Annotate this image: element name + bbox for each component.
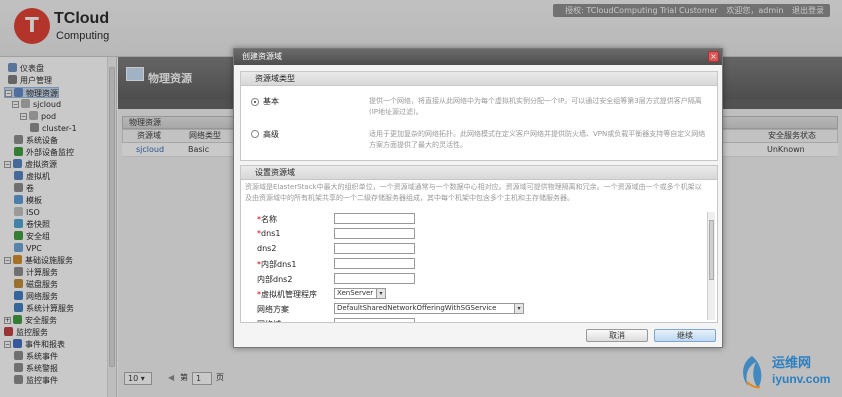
text-field[interactable] [334, 258, 415, 269]
field-label: *dns1 [257, 229, 280, 238]
basic-radio[interactable] [251, 98, 259, 106]
watermark-swirl-icon [743, 356, 762, 389]
field-label-text: 内部dns2 [257, 275, 293, 284]
zone-setup-title: 设置资源域 [241, 166, 717, 180]
select-field[interactable]: XenServer ▾ [334, 288, 386, 299]
select-value: DefaultSharedNetworkOfferingWithSGServic… [337, 304, 497, 312]
text-field[interactable] [334, 273, 415, 284]
form-scrollbar[interactable] [707, 212, 715, 320]
chevron-down-icon[interactable]: ▾ [514, 304, 523, 313]
watermark-url: iyunv.com [772, 372, 831, 386]
text-field[interactable] [334, 318, 415, 322]
field-label-text: 网络域 [257, 320, 281, 322]
field-label-text: 名称 [261, 215, 277, 224]
field-label: 内部dns2 [257, 274, 292, 285]
create-zone-dialog: 创建资源域 × 资源域类型 基本 提供一个网络，将直接从此网络中为每个虚拟机实例… [233, 48, 723, 348]
watermark-text: 运维网 [772, 355, 812, 370]
field-label: dns2 [257, 244, 276, 253]
advanced-radio[interactable] [251, 130, 259, 138]
field-label: 网络域 [257, 319, 281, 322]
zone-type-section: 资源域类型 基本 提供一个网络，将直接从此网络中为每个虚拟机实例分配一个IP。可… [240, 71, 718, 161]
field-label: *虚拟机管理程序 [257, 289, 317, 300]
field-label-text: dns2 [257, 244, 277, 253]
field-label-text: 虚拟机管理程序 [261, 290, 317, 299]
field-label: *内部dns1 [257, 259, 296, 270]
next-button[interactable]: 继续 [654, 329, 716, 342]
text-field[interactable] [334, 213, 415, 224]
text-field[interactable] [334, 243, 415, 254]
field-label: *名称 [257, 214, 277, 225]
basic-label: 基本 [263, 97, 279, 106]
advanced-label: 高级 [263, 130, 279, 139]
dialog-title: 创建资源域 [242, 52, 282, 61]
chevron-down-icon[interactable]: ▾ [376, 289, 385, 298]
zone-setup-section: 设置资源域 资源域是ElasterStack中最大的组织单位，一个资源域通常与一… [240, 165, 718, 323]
watermark-logo: 运维网 iyunv.com [736, 352, 840, 396]
text-field[interactable] [334, 228, 415, 239]
dialog-titlebar: 创建资源域 × [234, 49, 722, 65]
field-label-text: 内部dns1 [261, 260, 297, 269]
cancel-button[interactable]: 取消 [586, 329, 648, 342]
select-value: XenServer [337, 289, 374, 297]
select-field[interactable]: DefaultSharedNetworkOfferingWithSGServic… [334, 303, 524, 314]
field-label-text: 网络方案 [257, 305, 289, 314]
zone-type-title: 资源域类型 [241, 72, 717, 86]
field-label: 网络方案 [257, 304, 289, 315]
zone-setup-description: 资源域是ElasterStack中最大的组织单位，一个资源域通常与一个数据中心相… [245, 183, 702, 202]
close-icon[interactable]: × [708, 51, 719, 62]
basic-description: 提供一个网络，将直接从此网络中为每个虚拟机实例分配一个IP。可以通过安全组等第3… [369, 97, 702, 116]
advanced-description: 适用于更加复杂的网络拓扑。此网络模式在定义客户网络并提供防火墙、VPN或负载平衡… [369, 130, 706, 149]
field-label-text: dns1 [261, 229, 281, 238]
